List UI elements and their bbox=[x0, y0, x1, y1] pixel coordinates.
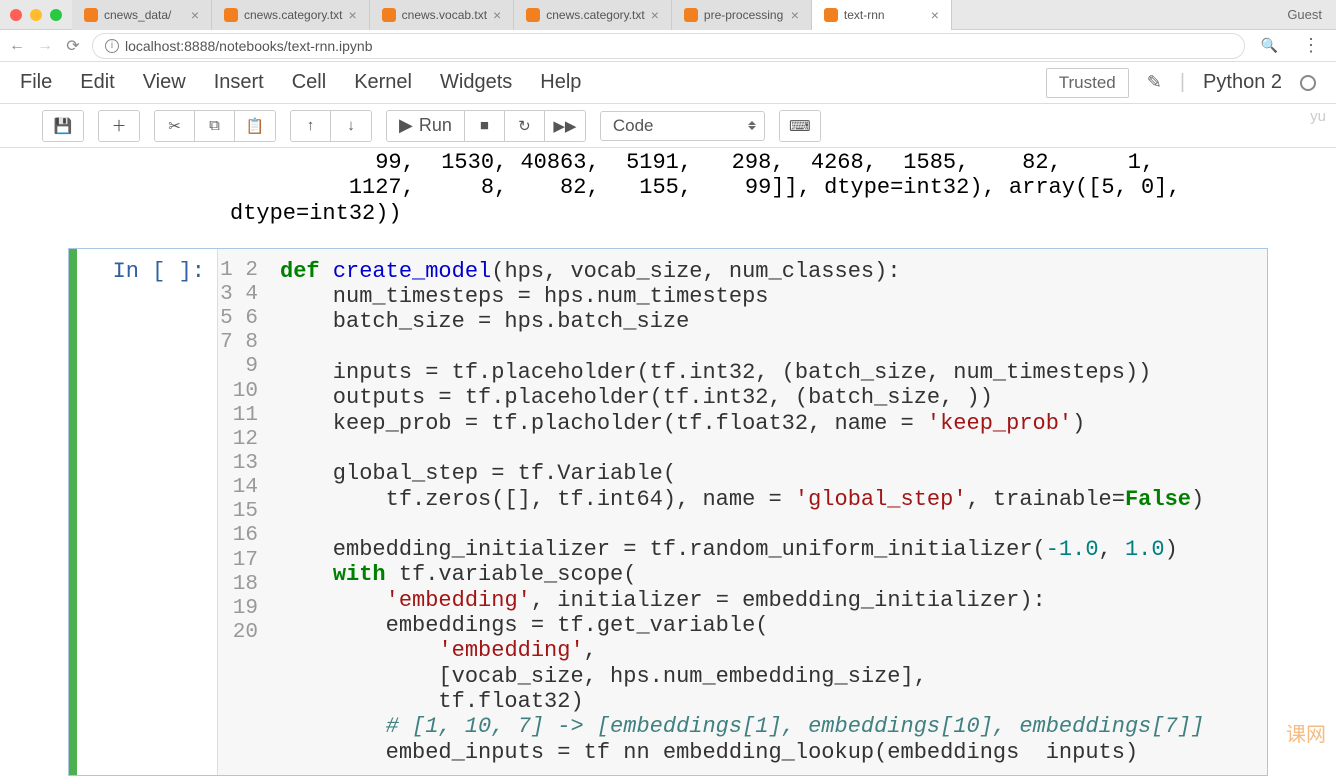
tab-label: cnews.vocab.txt bbox=[402, 8, 487, 22]
code-cell-selected[interactable]: In [ ]: 1 2 3 4 5 6 7 8 9 10 11 12 13 14… bbox=[68, 248, 1268, 776]
fast-forward-button[interactable]: ▶▶ bbox=[545, 111, 585, 141]
forward-button[interactable]: → bbox=[36, 37, 54, 55]
jupyter-icon bbox=[84, 8, 98, 22]
menu-widgets[interactable]: Widgets bbox=[440, 71, 512, 94]
select-arrow-icon bbox=[748, 121, 756, 130]
jupyter-icon bbox=[382, 8, 396, 22]
tab-close-icon[interactable]: × bbox=[791, 7, 799, 23]
menu-file[interactable]: File bbox=[20, 71, 52, 94]
edit-mode-indicator bbox=[69, 249, 77, 775]
browser-tab-strip: cnews_data/ × cnews.category.txt × cnews.v… bbox=[0, 0, 1336, 30]
move-down-button[interactable]: ↓ bbox=[331, 111, 371, 141]
input-prompt: In [ ]: bbox=[77, 249, 217, 775]
jupyter-icon bbox=[224, 8, 238, 22]
copy-button[interactable]: ⧉ bbox=[195, 111, 235, 141]
tab-close-icon[interactable]: × bbox=[651, 7, 659, 23]
tab-close-icon[interactable]: × bbox=[191, 7, 199, 23]
window-controls bbox=[0, 9, 72, 21]
tab-label: text-rnn bbox=[844, 8, 885, 22]
jupyter-icon bbox=[824, 8, 838, 22]
browser-tab[interactable]: pre-processing × bbox=[672, 0, 812, 30]
code-editor[interactable]: 1 2 3 4 5 6 7 8 9 10 11 12 13 14 15 16 1… bbox=[217, 249, 1267, 775]
move-up-button[interactable]: ↑ bbox=[291, 111, 331, 141]
url-text: localhost:8888/notebooks/text-rnn.ipynb bbox=[125, 38, 373, 54]
trusted-button[interactable]: Trusted bbox=[1046, 68, 1129, 98]
tab-close-icon[interactable]: × bbox=[931, 7, 939, 23]
command-palette-button[interactable]: ⌨ bbox=[780, 111, 820, 141]
browser-tab[interactable]: cnews.category.txt × bbox=[514, 0, 672, 30]
run-label: Run bbox=[419, 115, 452, 136]
window-maximize-button[interactable] bbox=[50, 9, 62, 21]
site-watermark: 课网 bbox=[1286, 718, 1326, 747]
menu-help[interactable]: Help bbox=[540, 71, 581, 94]
reload-button[interactable]: ⟳ bbox=[64, 37, 82, 55]
code-content[interactable]: def create_model(hps, vocab_size, num_cl… bbox=[268, 249, 1267, 775]
window-minimize-button[interactable] bbox=[30, 9, 42, 21]
run-button[interactable]: ▶ Run bbox=[387, 111, 465, 141]
address-bar: ← → ⟳ i localhost:8888/notebooks/text-rn… bbox=[0, 30, 1336, 62]
menu-edit[interactable]: Edit bbox=[80, 71, 114, 94]
watermark-yu: yu bbox=[1310, 108, 1326, 125]
cut-button[interactable]: ✂ bbox=[155, 111, 195, 141]
browser-tab[interactable]: cnews.vocab.txt × bbox=[370, 0, 515, 30]
paste-button[interactable]: 📋 bbox=[235, 111, 275, 141]
window-close-button[interactable] bbox=[10, 9, 22, 21]
notebook-area: 99, 1530, 40863, 5191, 298, 4268, 1585, … bbox=[0, 148, 1336, 776]
menu-view[interactable]: View bbox=[143, 71, 186, 94]
stop-button[interactable]: ■ bbox=[465, 111, 505, 141]
jupyter-toolbar: 💾 ＋ ✂ ⧉ 📋 ↑ ↓ ▶ Run ■ ↻ ▶▶ Code ⌨ bbox=[0, 104, 1336, 148]
save-button[interactable]: 💾 bbox=[43, 111, 83, 141]
line-number-gutter: 1 2 3 4 5 6 7 8 9 10 11 12 13 14 15 16 1… bbox=[218, 249, 268, 775]
kernel-name[interactable]: Python 2 bbox=[1203, 71, 1282, 94]
url-input[interactable]: i localhost:8888/notebooks/text-rnn.ipyn… bbox=[92, 33, 1245, 59]
menu-cell[interactable]: Cell bbox=[292, 71, 326, 94]
tab-close-icon[interactable]: × bbox=[348, 7, 356, 23]
play-icon: ▶ bbox=[399, 115, 413, 136]
browser-tabs: cnews_data/ × cnews.category.txt × cnews.v… bbox=[72, 0, 1273, 30]
browser-tab-active[interactable]: text-rnn × bbox=[812, 0, 952, 30]
site-info-icon[interactable]: i bbox=[105, 39, 119, 53]
jupyter-icon bbox=[526, 8, 540, 22]
cell-type-value: Code bbox=[613, 116, 654, 136]
menu-insert[interactable]: Insert bbox=[214, 71, 264, 94]
tab-label: cnews.category.txt bbox=[546, 8, 644, 22]
jupyter-menubar: File Edit View Insert Cell Kernel Widget… bbox=[0, 62, 1336, 104]
output-cell: 99, 1530, 40863, 5191, 298, 4268, 1585, … bbox=[0, 148, 1336, 234]
tab-label: pre-processing bbox=[704, 8, 783, 22]
guest-badge: Guest bbox=[1273, 7, 1336, 22]
tab-label: cnews_data/ bbox=[104, 8, 171, 22]
browser-tab[interactable]: cnews_data/ × bbox=[72, 0, 212, 30]
back-button[interactable]: ← bbox=[8, 37, 26, 55]
cell-type-select[interactable]: Code bbox=[600, 111, 765, 141]
browser-tab[interactable]: cnews.category.txt × bbox=[212, 0, 370, 30]
add-cell-button[interactable]: ＋ bbox=[99, 111, 139, 141]
menu-kernel[interactable]: Kernel bbox=[354, 71, 412, 94]
jupyter-icon bbox=[684, 8, 698, 22]
tab-label: cnews.category.txt bbox=[244, 8, 342, 22]
kernel-indicator-icon bbox=[1300, 75, 1316, 91]
edit-icon[interactable]: ✎ bbox=[1147, 72, 1162, 93]
restart-button[interactable]: ↻ bbox=[505, 111, 545, 141]
zoom-icon[interactable]: 🔍 bbox=[1255, 37, 1284, 54]
tab-close-icon[interactable]: × bbox=[493, 7, 501, 23]
browser-menu-icon[interactable]: ⋮ bbox=[1294, 35, 1328, 56]
